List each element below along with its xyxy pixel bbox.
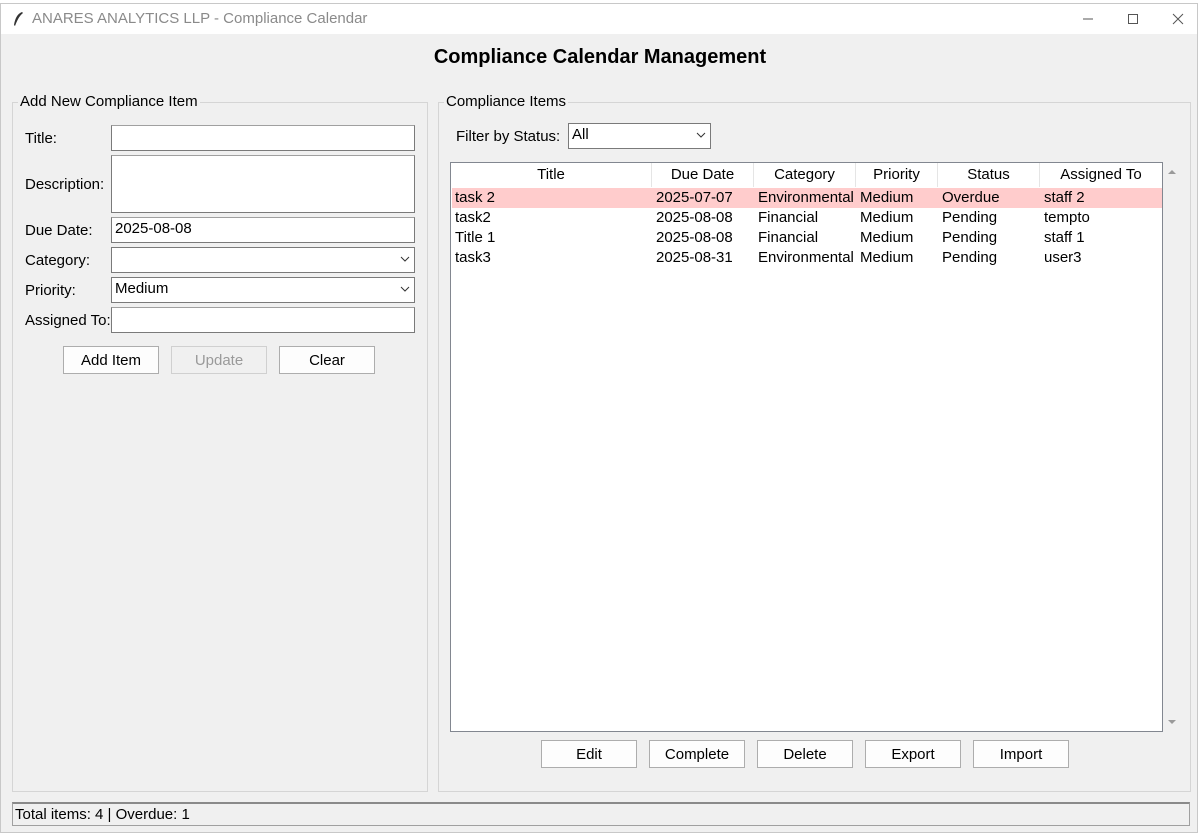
feather-icon (14, 12, 23, 26)
close-button[interactable] (1155, 4, 1198, 34)
cell-priority: Medium (860, 229, 914, 246)
column-header-due-date[interactable]: Due Date (652, 163, 754, 187)
cell-assigned-to: user3 (1044, 249, 1082, 266)
column-header-category[interactable]: Category (754, 163, 856, 187)
complete-button[interactable]: Complete (649, 740, 745, 768)
cell-status: Pending (942, 209, 998, 226)
status-bar: Total items: 4 | Overdue: 1 (12, 802, 1190, 826)
status-filter-select[interactable]: All (568, 123, 711, 149)
cell-due-date: 2025-08-31 (656, 249, 733, 266)
cell-priority: Medium (860, 249, 914, 266)
cell-category: Environmental (758, 189, 854, 206)
cell-title: task3 (455, 249, 491, 266)
filter-label: Filter by Status: (456, 128, 561, 145)
due-date-input[interactable]: 2025-08-08 (111, 217, 415, 243)
cell-due-date: 2025-08-08 (656, 229, 733, 246)
table-header: Title Due Date Category Priority Status … (451, 163, 1162, 187)
add-item-group-label: Add New Compliance Item (18, 93, 200, 110)
page-title: Compliance Calendar Management (433, 46, 767, 68)
column-header-assigned-to[interactable]: Assigned To (1040, 163, 1162, 187)
status-filter-value: All (572, 126, 589, 143)
cell-title: task2 (455, 209, 491, 226)
compliance-items-table[interactable]: Title Due Date Category Priority Status … (450, 162, 1163, 732)
cell-title: Title 1 (455, 229, 496, 246)
table-row[interactable]: task2 2025-08-08 Financial Medium Pendin… (452, 208, 1162, 228)
cell-assigned-to: staff 2 (1044, 189, 1085, 206)
cell-category: Financial (758, 209, 819, 226)
compliance-items-group-label: Compliance Items (444, 93, 569, 110)
due-date-label: Due Date: (25, 222, 93, 239)
cell-category: Environmental (758, 249, 854, 266)
delete-button[interactable]: Delete (757, 740, 853, 768)
column-header-status[interactable]: Status (938, 163, 1040, 187)
table-row[interactable]: Title 1 2025-08-08 Financial Medium Pend… (452, 228, 1162, 248)
chevron-down-icon (400, 286, 410, 292)
minimize-button[interactable] (1065, 4, 1111, 34)
title-bar: ANARES ANALYTICS LLP - Compliance Calend… (1, 4, 1197, 34)
table-row[interactable]: task3 2025-08-31 Environmental Medium Pe… (452, 248, 1162, 268)
import-button[interactable]: Import (973, 740, 1069, 768)
title-input[interactable] (111, 125, 415, 151)
scroll-down-arrow-icon[interactable] (1164, 714, 1180, 730)
window-title: ANARES ANALYTICS LLP - Compliance Calend… (32, 10, 368, 27)
app-window: ANARES ANALYTICS LLP - Compliance Calend… (0, 3, 1198, 833)
title-label: Title: (25, 130, 57, 147)
minimize-icon (1083, 18, 1093, 20)
priority-label: Priority: (25, 282, 76, 299)
category-label: Category: (25, 252, 91, 269)
category-select[interactable] (111, 247, 415, 273)
cell-due-date: 2025-08-08 (656, 209, 733, 226)
cell-title: task 2 (455, 189, 496, 206)
priority-select[interactable]: Medium (111, 277, 415, 303)
chevron-down-icon (696, 132, 706, 138)
cell-status: Pending (942, 249, 998, 266)
description-textarea[interactable] (111, 155, 415, 213)
update-button[interactable]: Update (171, 346, 267, 374)
cell-assigned-to: tempto (1044, 209, 1090, 226)
chevron-down-icon (400, 256, 410, 262)
table-scrollbar[interactable] (1164, 162, 1180, 732)
cell-category: Financial (758, 229, 819, 246)
close-icon (1172, 13, 1184, 25)
description-label: Description: (25, 176, 105, 193)
clear-button[interactable]: Clear (279, 346, 375, 374)
assigned-to-label: Assigned To: (25, 312, 111, 329)
add-item-button[interactable]: Add Item (63, 346, 159, 374)
assigned-to-input[interactable] (111, 307, 415, 333)
maximize-icon (1128, 14, 1138, 24)
edit-button[interactable]: Edit (541, 740, 637, 768)
table-row[interactable]: task 2 2025-07-07 Environmental Medium O… (452, 188, 1162, 208)
column-header-title[interactable]: Title (451, 163, 652, 187)
cell-due-date: 2025-07-07 (656, 189, 733, 206)
maximize-button[interactable] (1110, 4, 1156, 34)
cell-priority: Medium (860, 209, 914, 226)
cell-priority: Medium (860, 189, 914, 206)
priority-value: Medium (115, 280, 169, 297)
cell-status: Pending (942, 229, 998, 246)
column-header-priority[interactable]: Priority (856, 163, 938, 187)
cell-assigned-to: staff 1 (1044, 229, 1085, 246)
cell-status: Overdue (942, 189, 1000, 206)
export-button[interactable]: Export (865, 740, 961, 768)
scroll-up-arrow-icon[interactable] (1164, 164, 1180, 180)
